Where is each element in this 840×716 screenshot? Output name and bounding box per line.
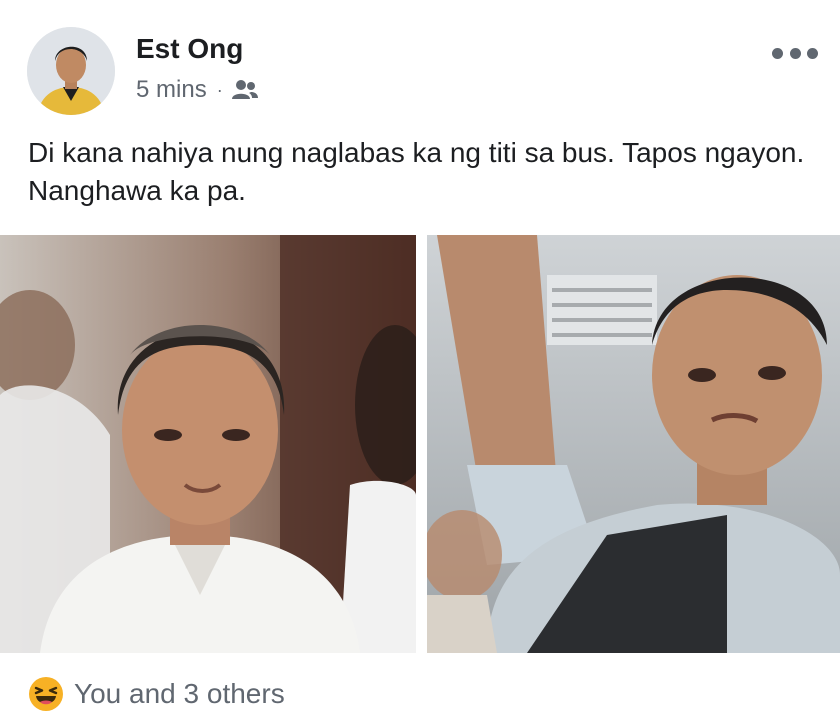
avatar-icon (27, 27, 115, 115)
friends-icon[interactable] (231, 77, 259, 103)
more-dot-icon (807, 47, 818, 59)
more-dot-icon (789, 47, 801, 59)
post-header: Est Ong 5 mins · (0, 0, 840, 120)
haha-reaction-icon (29, 677, 63, 711)
post-body-text: Di kana nahiya nung naglabas ka ng titi … (28, 137, 805, 206)
facebook-post: Est Ong 5 mins · Di kana nahiya nung nag… (0, 0, 840, 716)
reactions-summary[interactable]: You and 3 others (28, 672, 285, 716)
meta-separator: · (216, 80, 223, 100)
reactions-text: You and 3 others (74, 678, 285, 709)
photo-grid (0, 235, 840, 653)
man-on-bus-photo-icon (427, 235, 840, 653)
more-dot-icon (772, 47, 783, 59)
more-options-button[interactable] (772, 38, 818, 68)
post-timestamp[interactable]: 5 mins (136, 76, 207, 104)
photo-left[interactable] (0, 235, 416, 653)
author-avatar[interactable] (27, 27, 115, 115)
author-name[interactable]: Est Ong (136, 32, 243, 66)
photo-right[interactable] (427, 235, 840, 653)
post-meta: 5 mins · (136, 74, 259, 106)
man-white-shirt-photo-icon (0, 235, 416, 653)
